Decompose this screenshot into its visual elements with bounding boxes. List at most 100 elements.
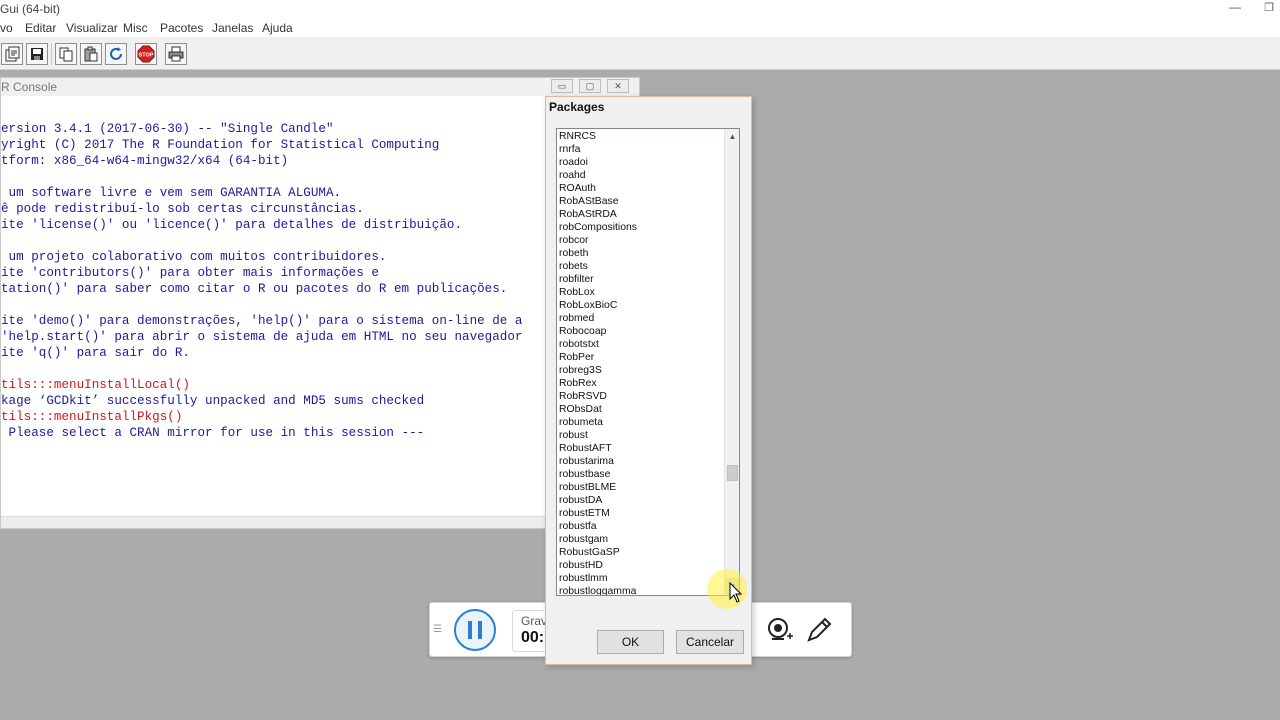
open-script-button[interactable]	[1, 43, 23, 65]
console-line: tform: x86_64-w64-mingw32/x64 (64-bit)	[1, 154, 289, 168]
package-item[interactable]: RobAStBase	[559, 195, 619, 208]
console-line: kage ‘GCDkit’ successfully unpacked and …	[1, 394, 425, 408]
menu-arquivo[interactable]: vo	[0, 21, 13, 35]
console-minimize-button[interactable]: ▭	[551, 79, 573, 93]
console-horizontal-scrollbar[interactable]	[1, 516, 639, 528]
package-item[interactable]: RobRex	[559, 377, 597, 390]
package-item[interactable]: RobLox	[559, 286, 595, 299]
toolbar-separator	[51, 43, 52, 65]
refresh-button[interactable]	[105, 43, 127, 65]
console-line: ite 'contributors()' para obter mais inf…	[1, 266, 379, 280]
package-item[interactable]: robustlmm	[559, 572, 608, 585]
package-item[interactable]: roadoi	[559, 156, 588, 169]
package-item[interactable]: rnrfa	[559, 143, 580, 156]
open-script-icon	[5, 46, 20, 62]
r-console-window: R Console ▭ ▢ ✕ ersion 3.4.1 (2017-06-30…	[0, 77, 640, 529]
menu-pacotes[interactable]: Pacotes	[160, 21, 203, 35]
copy-button[interactable]	[55, 43, 77, 65]
scrollbar-thumb[interactable]	[727, 465, 738, 481]
print-button[interactable]	[165, 43, 187, 65]
package-item[interactable]: robcor	[559, 234, 588, 247]
paste-button[interactable]	[80, 43, 102, 65]
restore-window-button[interactable]: ❐	[1262, 1, 1276, 17]
menu-ajuda[interactable]: Ajuda	[262, 21, 293, 35]
package-item[interactable]: robotstxt	[559, 338, 599, 351]
cancel-button[interactable]: Cancelar	[676, 630, 744, 654]
package-item[interactable]: RobLoxBioC	[559, 299, 617, 312]
package-item[interactable]: robustloggamma	[559, 585, 636, 595]
package-item[interactable]: robfilter	[559, 273, 594, 286]
menu-visualizar[interactable]: Visualizar	[66, 21, 118, 35]
package-item[interactable]: robustfa	[559, 520, 597, 533]
package-item[interactable]: RNRCS	[559, 130, 596, 143]
console-line: ersion 3.4.1 (2017-06-30) -- "Single Can…	[1, 122, 334, 136]
package-item[interactable]: robustDA	[559, 494, 602, 507]
package-item[interactable]: roahd	[559, 169, 586, 182]
package-item[interactable]: robustETM	[559, 507, 610, 520]
console-maximize-button[interactable]: ▢	[579, 79, 601, 93]
drag-grip-icon[interactable]: ☰	[433, 624, 442, 635]
pen-icon[interactable]	[804, 615, 834, 645]
console-close-button[interactable]: ✕	[607, 79, 629, 93]
toolbar: STOP	[0, 37, 1280, 70]
package-item[interactable]: robustgam	[559, 533, 608, 546]
pause-recording-button[interactable]	[454, 609, 496, 651]
save-button[interactable]	[26, 43, 48, 65]
package-item[interactable]: robustHD	[559, 559, 603, 572]
console-line: ite 'license()' ou 'licence()' para deta…	[1, 218, 463, 232]
package-item[interactable]: RobPer	[559, 351, 594, 364]
console-line: ite 'q()' para sair do R.	[1, 346, 190, 360]
print-icon	[168, 46, 184, 62]
package-item[interactable]: robustBLME	[559, 481, 616, 494]
console-line: ite 'demo()' para demonstrações, 'help()…	[1, 314, 523, 328]
console-title: R Console	[1, 80, 58, 94]
console-line: ê pode redistribuí-lo sob certas circuns…	[1, 202, 364, 216]
package-item[interactable]: RobAStRDA	[559, 208, 617, 221]
save-icon	[31, 48, 43, 60]
package-item[interactable]: robeth	[559, 247, 588, 260]
package-item[interactable]: RobustGaSP	[559, 546, 620, 559]
menu-bar: vo Editar Visualizar Misc Pacotes Janela…	[0, 19, 1280, 37]
console-line: yright (C) 2017 The R Foundation for Sta…	[1, 138, 440, 152]
package-item[interactable]: RobustAFT	[559, 442, 612, 455]
minimize-window-button[interactable]: —	[1228, 0, 1242, 16]
refresh-icon	[110, 47, 122, 60]
package-item[interactable]: robumeta	[559, 416, 603, 429]
console-line: 'help.start()' para abrir o sistema de a…	[1, 330, 523, 344]
package-item[interactable]: Robocoap	[559, 325, 606, 338]
console-line: um projeto colaborativo com muitos contr…	[1, 250, 387, 264]
package-item[interactable]: robreg3S	[559, 364, 602, 377]
package-item[interactable]: RObsDat	[559, 403, 602, 416]
package-item[interactable]: robets	[559, 260, 588, 273]
copy-icon	[59, 47, 73, 62]
webcam-icon[interactable]	[764, 615, 794, 645]
console-output[interactable]: ersion 3.4.1 (2017-06-30) -- "Single Can…	[1, 98, 639, 516]
ok-button[interactable]: OK	[597, 630, 664, 654]
packages-listbox[interactable]: RNRCS rnrfa roadoi roahd ROAuth RobAStBa…	[556, 128, 740, 596]
package-item[interactable]: RobRSVD	[559, 390, 607, 403]
package-item[interactable]: robustbase	[559, 468, 610, 481]
console-command-line: tils:::menuInstallLocal()	[1, 378, 190, 392]
menu-misc[interactable]: Misc	[123, 21, 148, 35]
console-command-line: tils:::menuInstallPkgs()	[1, 410, 183, 424]
console-title-bar: R Console ▭ ▢ ✕	[1, 78, 639, 96]
menu-janelas[interactable]: Janelas	[212, 21, 253, 35]
menu-editar[interactable]: Editar	[25, 21, 56, 35]
package-item[interactable]: robmed	[559, 312, 594, 325]
listbox-vertical-scrollbar[interactable]: ▲ ▼	[724, 129, 739, 595]
console-line: um software livre e vem sem GARANTIA ALG…	[1, 186, 342, 200]
package-item[interactable]: ROAuth	[559, 182, 596, 195]
svg-text:STOP: STOP	[139, 53, 154, 59]
stop-icon: STOP	[137, 45, 155, 63]
stop-button[interactable]: STOP	[135, 43, 157, 65]
dialog-title: Packages	[549, 100, 605, 114]
console-line: Please select a CRAN mirror for use in t…	[1, 426, 425, 440]
package-item[interactable]: robCompositions	[559, 221, 637, 234]
mouse-pointer-icon	[729, 582, 743, 603]
paste-icon	[84, 46, 98, 62]
package-item[interactable]: robustarima	[559, 455, 614, 468]
scroll-up-arrow-icon[interactable]: ▲	[725, 129, 739, 144]
package-item[interactable]: robust	[559, 429, 588, 442]
window-title: Gui (64-bit)	[0, 2, 61, 16]
title-bar: Gui (64-bit) — ❐	[0, 0, 1280, 19]
